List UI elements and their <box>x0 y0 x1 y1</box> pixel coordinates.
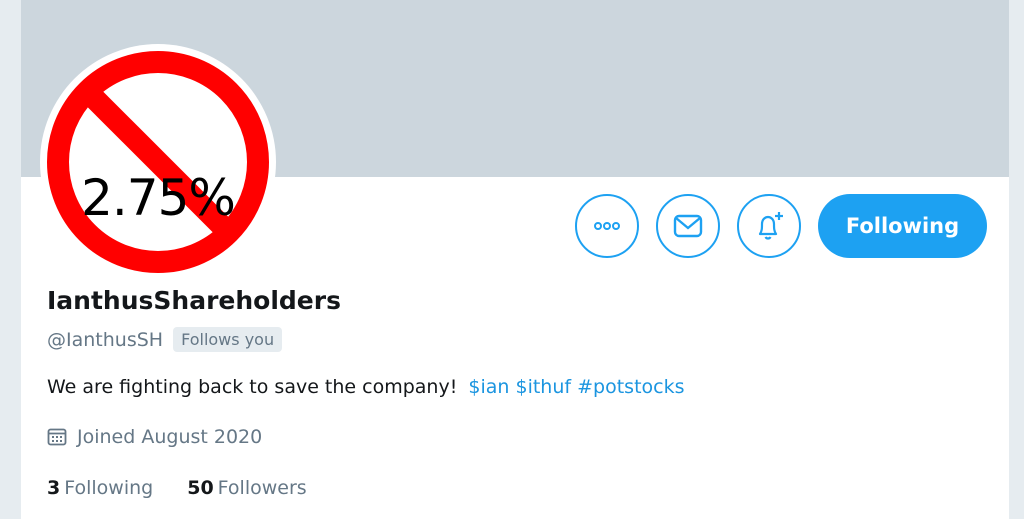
profile-bio: We are fighting back to save the company… <box>47 376 685 398</box>
profile-handle: @IanthusSH <box>47 328 164 351</box>
profile-avatar[interactable]: 2.75% <box>40 44 276 280</box>
profile-actions: Following <box>575 194 987 258</box>
following-count: 3 <box>47 477 61 499</box>
following-label: Following <box>64 477 154 499</box>
more-dots-icon <box>594 222 620 230</box>
bell-plus-icon <box>758 212 783 240</box>
following-stat[interactable]: 3 Following <box>47 477 153 499</box>
more-button[interactable] <box>575 194 639 258</box>
avatar-text: 2.75% <box>81 169 236 227</box>
handle-row: @IanthusSH Follows you <box>47 327 283 352</box>
followers-count: 50 <box>187 477 214 499</box>
left-gutter <box>0 0 21 519</box>
joined-date: Joined August 2020 <box>47 426 262 448</box>
following-button[interactable]: Following <box>818 194 987 258</box>
followers-label: Followers <box>217 477 307 499</box>
follows-you-badge: Follows you <box>173 327 283 352</box>
followers-stat[interactable]: 50 Followers <box>187 477 306 499</box>
bio-text: We are fighting back to save the company… <box>47 376 458 398</box>
follow-stats: 3 Following 50 Followers <box>47 477 307 499</box>
calendar-icon <box>47 428 67 446</box>
right-gutter <box>1009 0 1024 519</box>
envelope-icon <box>673 214 703 238</box>
notifications-button[interactable] <box>737 194 801 258</box>
profile-name: IanthusShareholders <box>47 286 341 315</box>
bio-tags-link[interactable]: $ian $ithuf #potstocks <box>468 376 684 398</box>
message-button[interactable] <box>656 194 720 258</box>
prohibition-sign-icon <box>47 51 269 273</box>
profile-page: 2.75% Following IanthusShareholders @Ian… <box>0 0 1024 519</box>
joined-text: Joined August 2020 <box>77 426 263 448</box>
